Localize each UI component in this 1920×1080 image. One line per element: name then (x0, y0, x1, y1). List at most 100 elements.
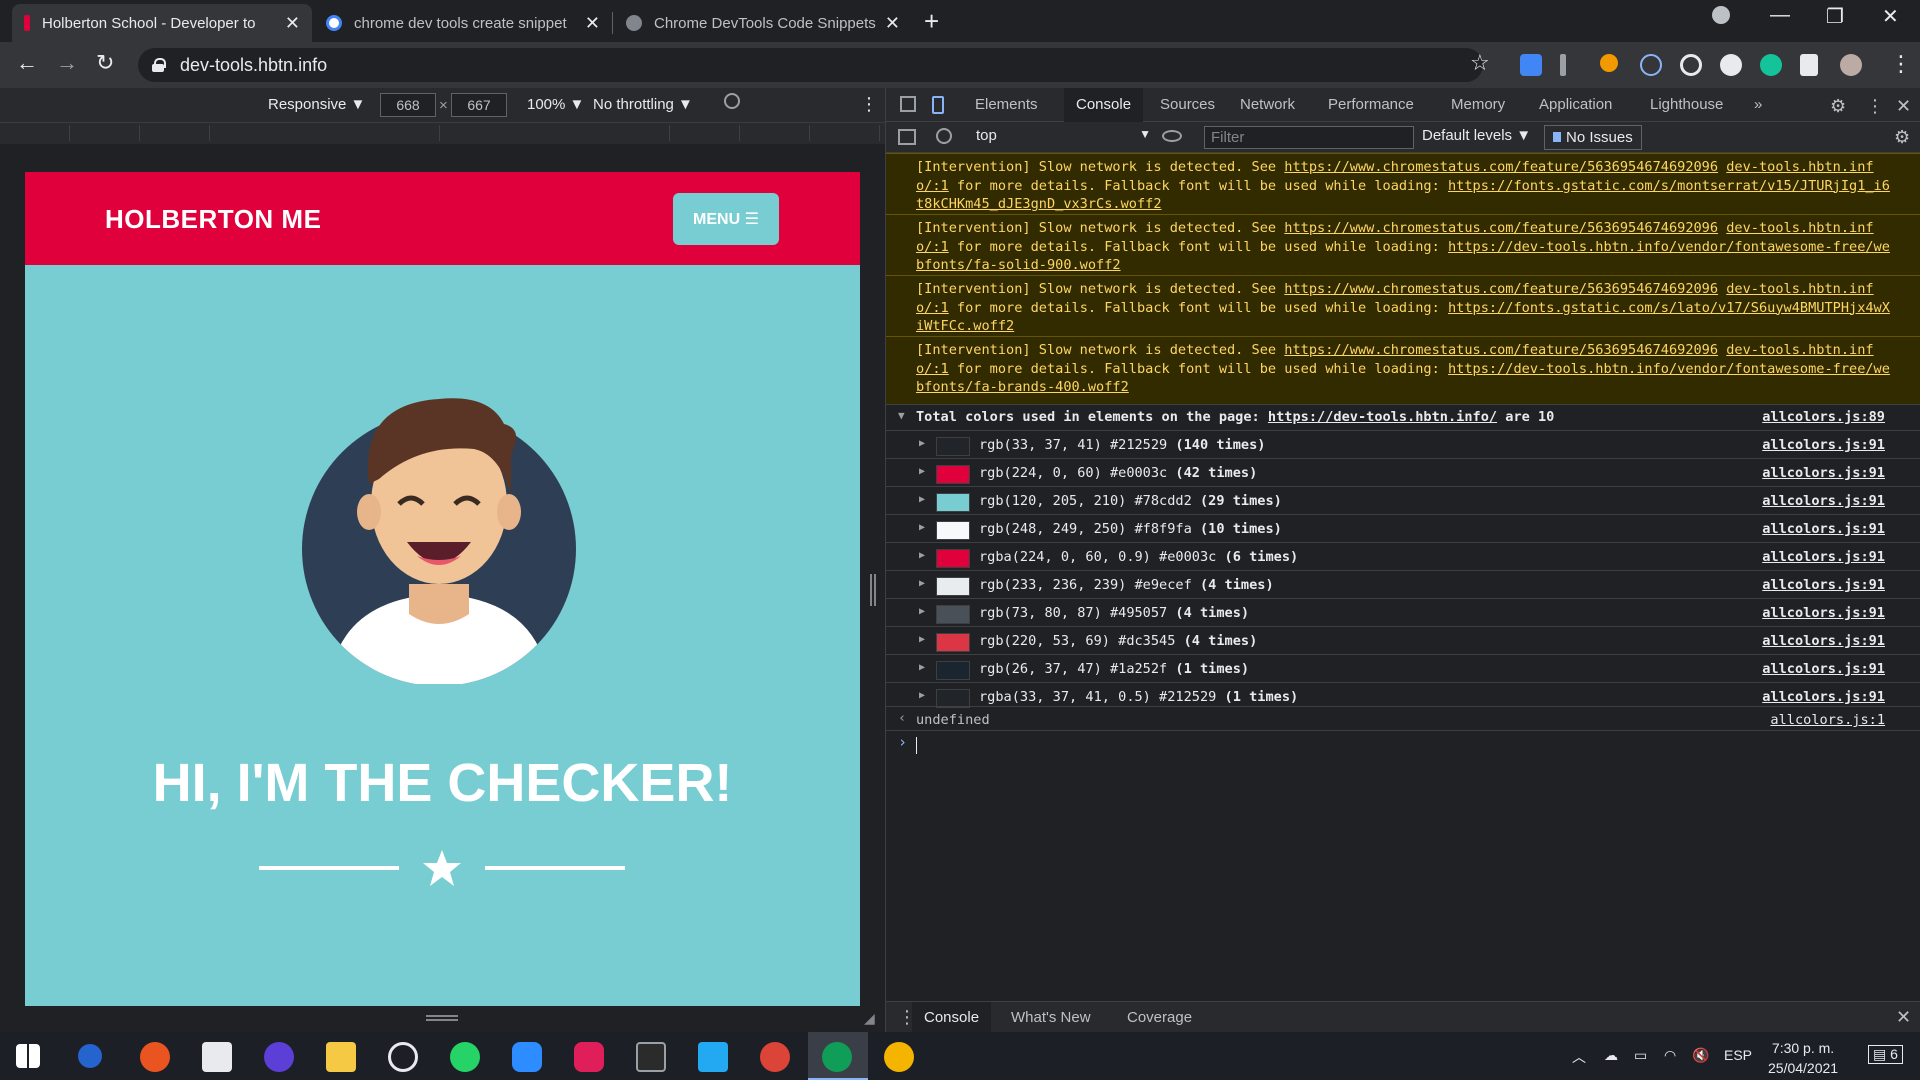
viewport-height-resize-handle[interactable] (426, 1015, 458, 1021)
taskbar-clock[interactable]: 7:30 p. m. 25/04/2021 (1768, 1038, 1838, 1078)
tab-sources[interactable]: Sources (1148, 88, 1227, 122)
close-devtools-icon[interactable]: ✕ (1896, 96, 1911, 117)
onedrive-icon[interactable]: ☁ (1604, 1047, 1618, 1064)
color-row-source-link[interactable]: allcolors.js:91 (1762, 577, 1885, 593)
color-row[interactable]: ▶ rgb(233, 236, 239) #e9ecef (4 times) a… (886, 570, 1920, 598)
ruler-segment[interactable] (210, 125, 440, 141)
context-selector[interactable]: top ▼ (976, 127, 1151, 144)
obs-app-icon[interactable] (388, 1042, 418, 1072)
group-source-link[interactable]: allcolors.js:89 (1762, 409, 1885, 425)
whatsapp-app-icon[interactable] (450, 1042, 480, 1072)
throttling-select[interactable]: No throttling ▼ (593, 96, 693, 113)
settings-gear-icon[interactable]: ⚙ (1830, 96, 1846, 117)
react-extension-icon[interactable] (1640, 54, 1662, 76)
terminal-app-icon[interactable] (636, 1042, 666, 1072)
expand-triangle-icon[interactable]: ▶ (919, 690, 925, 701)
tab-network[interactable]: Network (1228, 88, 1307, 122)
rstudio-app-icon[interactable] (202, 1042, 232, 1072)
tab-application[interactable]: Application (1527, 88, 1624, 122)
ruler-segment[interactable] (0, 125, 70, 141)
eclipse-app-icon[interactable] (264, 1042, 294, 1072)
drawer-tab-whats-new[interactable]: What's New (999, 1002, 1103, 1033)
chrome-app-icon[interactable] (760, 1042, 790, 1072)
pen-extension-icon[interactable] (1560, 54, 1566, 76)
chromestatus-link[interactable]: https://www.chromestatus.com/feature/563… (1284, 220, 1718, 236)
back-button[interactable]: ← (16, 50, 38, 76)
chromestatus-link[interactable]: https://www.chromestatus.com/feature/563… (1284, 159, 1718, 175)
tray-chevron-up-icon[interactable]: ︿ (1572, 1047, 1586, 1067)
expand-triangle-icon[interactable]: ▶ (919, 466, 925, 477)
chrome-profile-app-icon[interactable] (822, 1042, 852, 1072)
browser-tab-google-search[interactable]: chrome dev tools create snippet ✕ (314, 4, 612, 42)
ubuntu-app-icon[interactable] (140, 1042, 170, 1072)
target-extension-icon[interactable] (1680, 54, 1702, 76)
tab-console[interactable]: Console (1064, 88, 1144, 122)
color-row[interactable]: ▶ rgb(26, 37, 47) #1a252f (1 times) allc… (886, 654, 1920, 682)
tab-elements[interactable]: Elements (963, 88, 1050, 122)
close-tab-icon[interactable]: ✕ (285, 13, 300, 34)
expand-triangle-icon[interactable]: ▶ (919, 522, 925, 533)
color-row-source-link[interactable]: allcolors.js:91 (1762, 521, 1885, 537)
browser-tab-devtools-snippets[interactable]: Chrome DevTools Code Snippets ✕ (614, 4, 912, 42)
battery-icon[interactable]: ▭ (1634, 1047, 1647, 1064)
color-row[interactable]: ▶ rgb(248, 249, 250) #f8f9fa (10 times) … (886, 514, 1920, 542)
zoom-app-icon[interactable] (512, 1042, 542, 1072)
color-row-source-link[interactable]: allcolors.js:91 (1762, 661, 1885, 677)
color-row[interactable]: ▶ rgb(33, 37, 41) #212529 (140 times) al… (886, 430, 1920, 458)
console-prompt-input[interactable]: › (886, 730, 1920, 754)
wifi-icon[interactable]: ◠ (1664, 1047, 1676, 1064)
site-brand[interactable]: HOLBERTON ME (105, 204, 321, 235)
browser-tab-holberton[interactable]: Holberton School - Developer to ✕ (12, 4, 312, 42)
address-bar[interactable]: dev-tools.hbtn.info (138, 48, 1483, 82)
chrome-canary-app-icon[interactable] (884, 1042, 914, 1072)
notification-center-icon[interactable]: ▤ 6 (1868, 1045, 1903, 1064)
device-select[interactable]: Responsive ▼ (268, 96, 365, 113)
color-row-source-link[interactable]: allcolors.js:91 (1762, 549, 1885, 565)
live-expression-eye-icon[interactable] (1162, 130, 1182, 142)
color-row-source-link[interactable]: allcolors.js:91 (1762, 633, 1885, 649)
devtools-menu-icon[interactable]: ⋮ (1866, 96, 1884, 117)
expanded-triangle-icon[interactable]: ▼ (898, 409, 905, 422)
close-drawer-icon[interactable]: ✕ (1896, 1007, 1911, 1028)
viewport-corner-resize-handle[interactable]: ◢ (864, 1010, 875, 1027)
color-row[interactable]: ▶ rgba(33, 37, 41, 0.5) #212529 (1 times… (886, 682, 1920, 708)
drawer-tab-coverage[interactable]: Coverage (1115, 1002, 1204, 1033)
translate-extension-icon[interactable] (1520, 54, 1542, 76)
color-row-source-link[interactable]: allcolors.js:91 (1762, 437, 1885, 453)
todo-app-icon[interactable] (78, 1044, 102, 1068)
console-group-header[interactable]: ▼ Total colors used in elements on the p… (886, 404, 1920, 430)
ruler-segment[interactable] (740, 125, 810, 141)
slack-app-icon[interactable] (574, 1042, 604, 1072)
device-more-icon[interactable]: ⋮ (860, 94, 878, 115)
log-levels-dropdown[interactable]: Default levels ▼ (1422, 127, 1531, 144)
sidebar-toggle-icon[interactable] (898, 129, 916, 145)
expand-triangle-icon[interactable]: ▶ (919, 662, 925, 673)
expand-triangle-icon[interactable]: ▶ (919, 494, 925, 505)
reload-button[interactable]: ↻ (96, 50, 114, 76)
ruler-segment[interactable] (810, 125, 880, 141)
ruler-segment[interactable] (670, 125, 740, 141)
vscode-app-icon[interactable] (698, 1042, 728, 1072)
grammarly-extension-icon[interactable] (1760, 54, 1782, 76)
console-filter-input[interactable]: Filter (1204, 126, 1414, 149)
color-row[interactable]: ▶ rgba(224, 0, 60, 0.9) #e0003c (6 times… (886, 542, 1920, 570)
file-explorer-icon[interactable] (326, 1042, 356, 1072)
bookmark-star-icon[interactable]: ☆ (1470, 50, 1490, 76)
zoom-select[interactable]: 100% ▼ (527, 96, 584, 113)
clear-console-icon[interactable] (936, 128, 952, 144)
minimize-button[interactable]: — (1770, 4, 1790, 27)
windows-start-icon[interactable] (16, 1044, 40, 1068)
tab-lighthouse[interactable]: Lighthouse (1638, 88, 1735, 122)
color-row-source-link[interactable]: allcolors.js:91 (1762, 689, 1885, 705)
viewport-width-input[interactable]: 668 (380, 93, 436, 117)
profile-avatar[interactable] (1840, 54, 1862, 76)
close-window-button[interactable]: ✕ (1882, 4, 1899, 29)
expand-triangle-icon[interactable]: ▶ (919, 634, 925, 645)
chromestatus-link[interactable]: https://www.chromestatus.com/feature/563… (1284, 342, 1718, 358)
color-row-source-link[interactable]: allcolors.js:91 (1762, 465, 1885, 481)
ruler-segment[interactable] (70, 125, 140, 141)
inspect-element-icon[interactable] (900, 96, 916, 112)
issues-button[interactable]: No Issues (1544, 125, 1642, 150)
language-indicator[interactable]: ESP (1724, 1047, 1752, 1063)
tab-performance[interactable]: Performance (1316, 88, 1426, 122)
